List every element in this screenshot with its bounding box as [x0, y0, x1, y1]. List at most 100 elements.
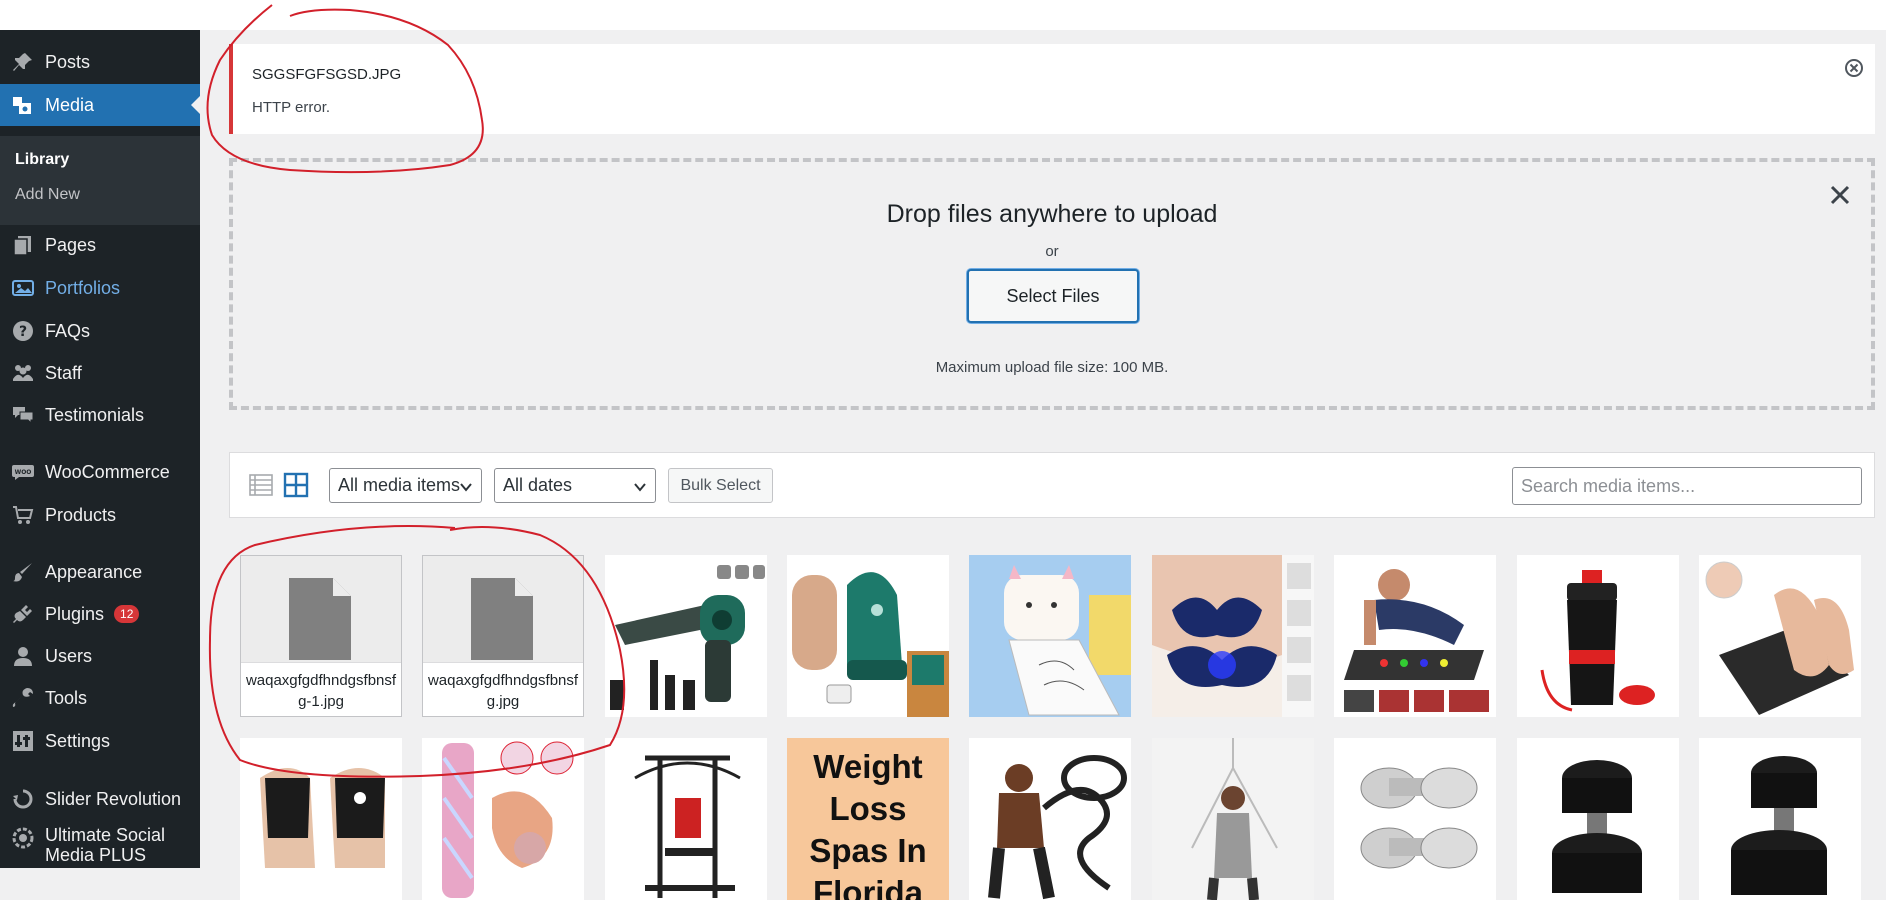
menu-item-products[interactable]: Products [0, 494, 200, 536]
media-thumbnail-weight-loss[interactable]: Weight Loss Spas In Florida [787, 738, 949, 900]
plug-icon [10, 601, 36, 627]
foot-massager-image [1699, 555, 1861, 717]
submenu-library[interactable]: Library [15, 151, 69, 169]
media-item-file[interactable]: waqaxgfgdfhndgsfbnsfg-1.jpg [240, 555, 402, 717]
menu-item-tools[interactable]: Tools [0, 677, 200, 719]
black-dumbbell-image [1517, 738, 1679, 900]
media-thumbnail-shaker[interactable] [1517, 555, 1679, 717]
home-gym-image [605, 738, 767, 900]
social-icon [10, 825, 36, 851]
pushup-board-image [1334, 555, 1496, 717]
menu-label: FAQs [45, 320, 91, 341]
grid-view-icon[interactable] [283, 472, 309, 498]
media-filename: waqaxgfgdfhndgsfbnsfg-1.jpg [241, 662, 401, 716]
admin-sidebar: Posts Media Library Add New Pages Portfo… [0, 30, 200, 868]
battle-rope-image [969, 738, 1131, 900]
menu-label: Posts [45, 51, 91, 72]
shaker-bottle-image [1517, 555, 1679, 717]
submenu-add-new[interactable]: Add New [15, 186, 80, 204]
media-thumbnail-pushup-board[interactable] [1334, 555, 1496, 717]
trimmer-image [422, 738, 584, 900]
media-thumbnail-home-gym[interactable] [605, 738, 767, 900]
pages-icon [10, 232, 36, 258]
media-thumbnail-dumbbell-black[interactable] [1517, 738, 1679, 900]
menu-label: Staff [45, 362, 82, 383]
pin-icon [10, 49, 36, 75]
menu-item-media[interactable]: Media [0, 84, 200, 126]
media-thumbnail-printer[interactable] [969, 555, 1131, 717]
plugins-update-badge: 12 [114, 605, 140, 623]
media-thumbnail-vacuum[interactable] [605, 555, 767, 717]
search-media-input[interactable] [1512, 467, 1862, 505]
media-item-file[interactable]: waqaxgfgdfhndgsfbnsfg.jpg [422, 555, 584, 717]
media-submenu: Library Add New [0, 136, 200, 225]
menu-label: Products [45, 504, 117, 525]
menu-item-plugins[interactable]: Plugins 12 [0, 593, 200, 635]
menu-item-staff[interactable]: Staff [0, 352, 200, 394]
dumbbells-image [1334, 738, 1496, 900]
media-thumbnail-dumbbell-black-2[interactable] [1699, 738, 1861, 900]
menu-label: Settings [45, 730, 111, 751]
media-filename: waqaxgfgdfhndgsfbnsfg.jpg [423, 662, 583, 716]
thumbnail-text: Weight Loss Spas In Florida [809, 748, 927, 900]
portfolio-icon [10, 275, 36, 301]
posture-brace-image [240, 738, 402, 900]
dismiss-icon[interactable] [1845, 59, 1863, 77]
media-type-filter[interactable]: All media items [329, 468, 482, 503]
menu-item-appearance[interactable]: Appearance [0, 551, 200, 593]
menu-item-pages[interactable]: Pages [0, 224, 200, 266]
media-thumbnail-trimmer[interactable] [422, 738, 584, 900]
menu-item-posts[interactable]: Posts [0, 41, 200, 83]
media-thumbnail-posture-brace[interactable] [240, 738, 402, 900]
cart-icon [10, 502, 36, 528]
menu-item-faqs[interactable]: ? FAQs [0, 310, 200, 352]
upload-dropzone[interactable]: Drop files anywhere to upload or Select … [229, 158, 1875, 410]
max-upload-size: Maximum upload file size: 100 MB. [935, 359, 1169, 376]
top-strip [0, 0, 1886, 30]
menu-label: Slider Revolution [45, 788, 182, 809]
menu-item-portfolios[interactable]: Portfolios [0, 267, 200, 309]
select-files-button[interactable]: Select Files [967, 269, 1139, 323]
media-thumbnail-steamer[interactable] [787, 555, 949, 717]
media-thumbnail-resistance-band[interactable] [1152, 738, 1314, 900]
steamer-image [787, 555, 949, 717]
menu-item-testimonials[interactable]: Testimonials [0, 394, 200, 436]
woo-icon: WOO [10, 459, 36, 485]
menu-label: Tools [45, 687, 88, 708]
svg-text:WOO: WOO [15, 469, 32, 476]
bulk-select-button[interactable]: Bulk Select [668, 468, 773, 503]
menu-label: Pages [45, 234, 97, 255]
menu-item-users[interactable]: Users [0, 635, 200, 677]
staff-icon [10, 360, 36, 386]
massager-image [1152, 555, 1314, 717]
media-thumbnail-battle-rope[interactable] [969, 738, 1131, 900]
slider-icon [10, 786, 36, 812]
menu-label: Media [45, 94, 95, 115]
question-icon: ? [10, 318, 36, 344]
date-filter[interactable]: All dates [494, 468, 656, 503]
menu-item-settings[interactable]: Settings [0, 720, 200, 762]
user-icon [10, 643, 36, 669]
menu-label: Testimonials [45, 404, 145, 425]
upload-error-notice: SGGSFGFSGSD.JPG HTTP error. [229, 44, 1875, 134]
document-icon [471, 578, 533, 660]
settings-icon [10, 728, 36, 754]
menu-item-woocommerce[interactable]: WOO WooCommerce [0, 451, 200, 493]
chevron-down-icon [633, 478, 647, 492]
brush-icon [10, 559, 36, 585]
resistance-band-image [1152, 738, 1314, 900]
menu-label: Plugins [45, 603, 105, 624]
menu-item-slider-revolution[interactable]: Slider Revolution [0, 778, 200, 820]
error-filename: SGGSFGFSGSD.JPG [252, 66, 402, 83]
wrench-icon [10, 685, 36, 711]
media-toolbar: All media items All dates Bulk Select [229, 452, 1875, 518]
list-view-icon[interactable] [248, 472, 274, 498]
media-thumbnail-dumbbells-chrome[interactable] [1334, 738, 1496, 900]
media-thumbnail-foot-massager[interactable] [1699, 555, 1861, 717]
menu-label: WooCommerce [45, 461, 170, 482]
black-dumbbell-image [1699, 738, 1861, 900]
chevron-down-icon [459, 478, 473, 492]
vacuum-image [605, 555, 767, 717]
media-thumbnail-massager[interactable] [1152, 555, 1314, 717]
menu-label: Portfolios [45, 277, 121, 298]
